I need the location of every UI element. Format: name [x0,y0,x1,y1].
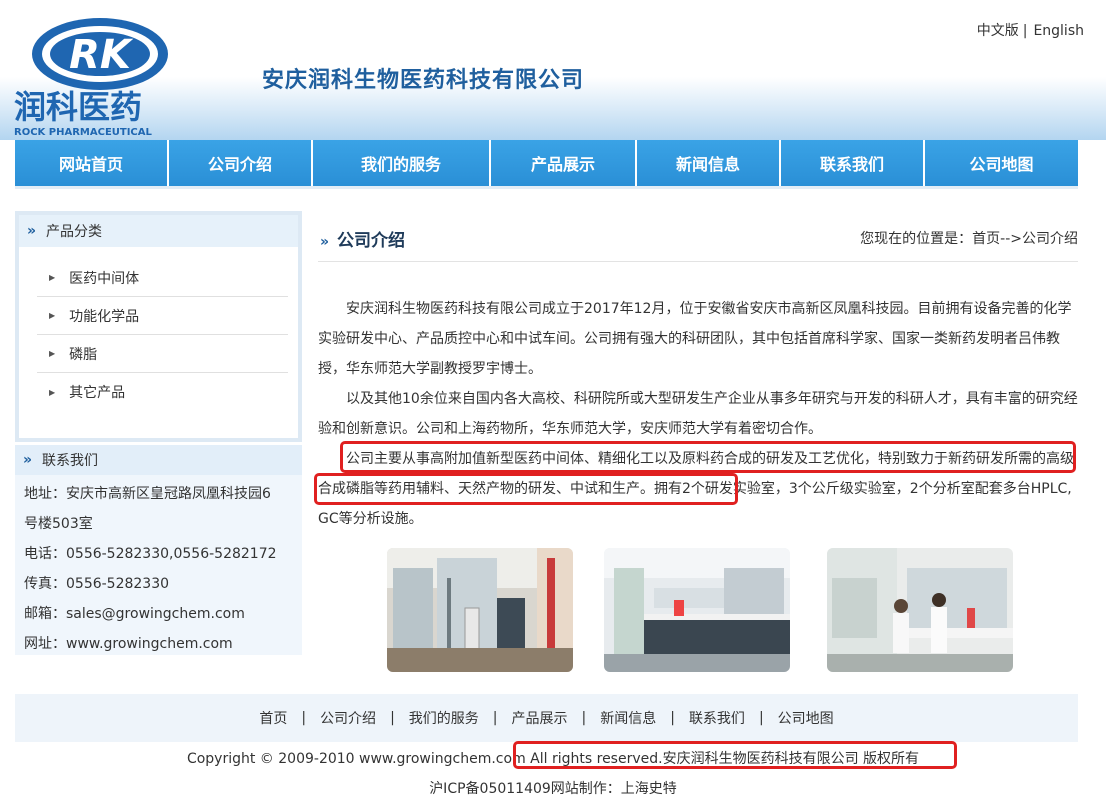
company-name: 安庆润科生物医药科技有限公司 [262,68,585,93]
nav-about[interactable]: 公司介绍 [169,140,313,186]
footer-link-sitemap[interactable]: 公司地图 [778,708,834,728]
contact-panel-header: » 联系我们 [15,445,302,475]
footer-link-services[interactable]: 我们的服务 [409,708,479,728]
category-panel-header: » 产品分类 [19,215,298,247]
svg-text:ROCK PHARMACEUTICAL: ROCK PHARMACEUTICAL [14,127,153,138]
category-item-functional-chemicals[interactable]: ▶ 功能化学品 [37,297,288,335]
header: RK 润科医药 ROCK PHARMACEUTICAL 安庆润科生物医药科技有限… [0,0,1106,140]
category-list: ▶ 医药中间体 ▶ 功能化学品 ▶ 磷脂 ▶ 其它产品 [19,247,298,411]
footer-separator: | [581,710,587,726]
breadcrumb[interactable]: 您现在的位置是：首页-->公司介绍 [860,228,1078,248]
contact-fax: 传真：0556-5282330 [24,576,170,592]
footer-link-products[interactable]: 产品展示 [512,708,568,728]
triangle-right-icon: ▶ [49,387,56,397]
footer-separator: | [492,710,498,726]
nav-news[interactable]: 新闻信息 [637,140,781,186]
svg-text:RK: RK [69,32,134,78]
double-chevron-icon: » [23,452,33,468]
lang-separator: | [1022,23,1028,39]
lang-chinese-link[interactable]: 中文版 [977,23,1019,39]
nav-products[interactable]: 产品展示 [491,140,637,186]
category-label: 其它产品 [69,385,126,401]
intro-paragraph-2: 以及其他10余位来自国内各大高校、科研院所或大型研发生产企业从事多年研究与开发的… [318,391,1078,437]
title-divider [318,261,1078,262]
nav-sitemap[interactable]: 公司地图 [925,140,1078,186]
contact-address: 地址：安庆市高新区皇冠路凤凰科技园6 [24,486,271,502]
triangle-right-icon: ▶ [49,273,56,282]
nav-divider [15,186,1078,189]
category-label: 磷脂 [69,346,98,363]
lab-photo-1[interactable] [387,548,573,672]
highlight-box-copyright [513,741,957,769]
footer-link-about[interactable]: 公司介绍 [320,708,376,728]
footer-separator: | [758,710,764,726]
highlight-box-line2 [314,473,738,505]
category-item-phospholipids[interactable]: ▶ 磷脂 [37,335,288,373]
triangle-right-icon: ▶ [49,311,56,320]
nav-home[interactable]: 网站首页 [15,140,169,186]
copyright-prefix: Copyright © 2009-2010 www.growingchem.co… [186,751,531,767]
footer-nav: 首页 | 公司介绍 | 我们的服务 | 产品展示 | 新闻信息 | 联系我们 |… [15,694,1078,742]
footer-link-news[interactable]: 新闻信息 [600,708,656,728]
footer-separator: | [390,710,395,726]
double-chevron-icon: » [27,223,37,239]
category-item-other[interactable]: ▶ 其它产品 [37,373,288,411]
page-title-text: 公司介绍 [337,231,406,251]
contact-panel: » 联系我们 地址：安庆市高新区皇冠路凤凰科技园6 号楼503室 电话：0556… [15,445,302,655]
contact-info: 地址：安庆市高新区皇冠路凤凰科技园6 号楼503室 电话：0556-528233… [15,475,302,659]
footer-link-home[interactable]: 首页 [259,708,287,728]
highlight-box-line1 [340,441,1076,473]
triangle-right-icon: ▶ [49,349,56,358]
contact-email[interactable]: 邮箱：sales@growingchem.com [24,599,292,629]
language-switcher: 中文版 | English [977,20,1084,40]
lab-photo-gallery [387,548,1013,672]
lab-photo-3[interactable] [827,548,1013,672]
nav-services[interactable]: 我们的服务 [313,140,491,186]
footer-separator: | [301,710,307,726]
icp-record: 沪ICP备05011409网站制作：上海史特 [429,781,677,797]
nav-contact[interactable]: 联系我们 [781,140,925,186]
lab-photo-2[interactable] [604,548,790,672]
contact-website[interactable]: 网址：www.growingchem.com [24,629,292,659]
lang-english-link[interactable]: English [1033,23,1084,39]
company-logo[interactable]: RK 润科医药 ROCK PHARMACEUTICAL [14,10,186,140]
double-chevron-icon: » [320,234,330,250]
category-label: 医药中间体 [69,270,140,287]
category-label: 功能化学品 [69,308,140,325]
footer-separator: | [670,710,675,726]
contact-panel-title: 联系我们 [42,453,99,469]
svg-text:润科医药: 润科医药 [14,88,142,126]
contact-address-cont: 号楼503室 [24,516,93,532]
page-title: » 公司介绍 [320,226,405,251]
category-panel-title: 产品分类 [46,224,103,240]
contact-phone: 电话：0556-5282330,0556-5282172 [24,546,277,562]
main-nav: 网站首页 公司介绍 我们的服务 产品展示 新闻信息 联系我们 公司地图 [15,140,1078,186]
product-category-panel: » 产品分类 ▶ 医药中间体 ▶ 功能化学品 ▶ 磷脂 ▶ 其它产品 [15,211,302,442]
footer-link-contact[interactable]: 联系我们 [689,708,745,728]
intro-paragraph-1: 安庆润科生物医药科技有限公司成立于2017年12月，位于安徽省安庆市高新区凤凰科… [318,301,1072,377]
category-item-intermediates[interactable]: ▶ 医药中间体 [37,259,288,297]
